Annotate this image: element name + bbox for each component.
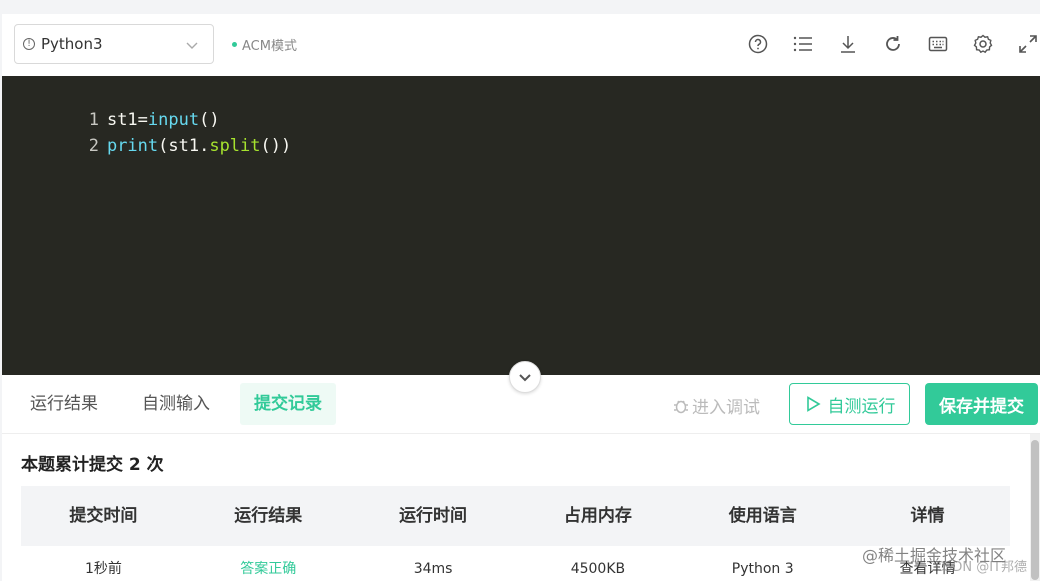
debug-label: 进入调试 [692, 398, 760, 418]
code-token: print [106, 136, 159, 156]
submit-time-cell: 1秒前 [84, 561, 122, 577]
bug-icon [674, 400, 688, 413]
top-strip [0, 0, 1040, 14]
code-line: 1 st1=input() [2, 81, 220, 130]
chevron-down-icon [186, 42, 198, 49]
keyboard-icon[interactable] [926, 32, 950, 56]
chevron-down-icon [519, 374, 531, 382]
column-header: 提交时间 [69, 506, 138, 526]
scrollbar[interactable] [1030, 434, 1040, 581]
settings-icon[interactable] [971, 32, 995, 56]
result-status-cell: 答案正确 [240, 561, 297, 577]
code-editor[interactable]: 1 st1=input() 2 print(st1.split()) [2, 76, 1040, 375]
column-header: 占用内存 [563, 506, 632, 526]
column-header: 运行结果 [234, 506, 303, 526]
language-select[interactable]: ! Python3 [14, 24, 214, 64]
mode-dot [232, 42, 237, 47]
self-run-label: 自测运行 [827, 396, 896, 417]
info-icon: ! [23, 38, 35, 50]
tab-submissions[interactable]: 提交记录 [240, 383, 336, 425]
download-icon[interactable] [836, 32, 860, 56]
table-header: 提交时间 运行结果 运行时间 占用内存 使用语言 详情 [21, 486, 1010, 546]
collapse-panel-button[interactable] [509, 361, 541, 393]
debug-button[interactable]: 进入调试 [672, 393, 760, 418]
save-submit-button[interactable]: 保存并提交 [925, 383, 1038, 425]
memory-cell: 4500KB [570, 561, 626, 577]
watermark-csdn: CSDN @IT邦德 [935, 560, 1027, 575]
code-token: split [209, 136, 261, 156]
code-line: 2 print(st1.split()) [2, 107, 292, 156]
column-header: 运行时间 [399, 506, 468, 526]
fullscreen-icon[interactable] [1016, 32, 1040, 56]
language-cell: Python 3 [731, 561, 794, 577]
scrollbar-thumb[interactable] [1031, 440, 1039, 580]
list-icon[interactable] [791, 32, 815, 56]
help-icon[interactable] [746, 32, 770, 56]
acm-mode-label[interactable]: ACM模式 [232, 35, 297, 54]
tab-self-input[interactable]: 自测输入 [128, 383, 224, 425]
refresh-icon[interactable] [881, 32, 905, 56]
submission-table: 提交时间 运行结果 运行时间 占用内存 使用语言 详情 1秒前 答案正确 34m… [21, 486, 1010, 581]
play-icon [806, 396, 821, 412]
submission-count: 本题累计提交 2 次 [21, 455, 164, 475]
code-text: print(st1.split()) [107, 136, 291, 156]
toolbar-icons [746, 32, 1040, 56]
language-value: Python3 [41, 35, 103, 53]
self-run-button[interactable]: 自测运行 [789, 383, 910, 425]
tab-run-result[interactable]: 运行结果 [16, 383, 112, 425]
column-header: 详情 [910, 506, 945, 526]
run-time-cell: 34ms [413, 561, 453, 577]
mode-text: ACM模式 [242, 39, 297, 54]
column-header: 使用语言 [728, 506, 797, 526]
code-token: (st1. [158, 136, 210, 156]
code-token: ()) [260, 136, 292, 156]
editor-toolbar: ! Python3 ACM模式 [2, 14, 1040, 76]
line-number: 2 [88, 136, 99, 156]
